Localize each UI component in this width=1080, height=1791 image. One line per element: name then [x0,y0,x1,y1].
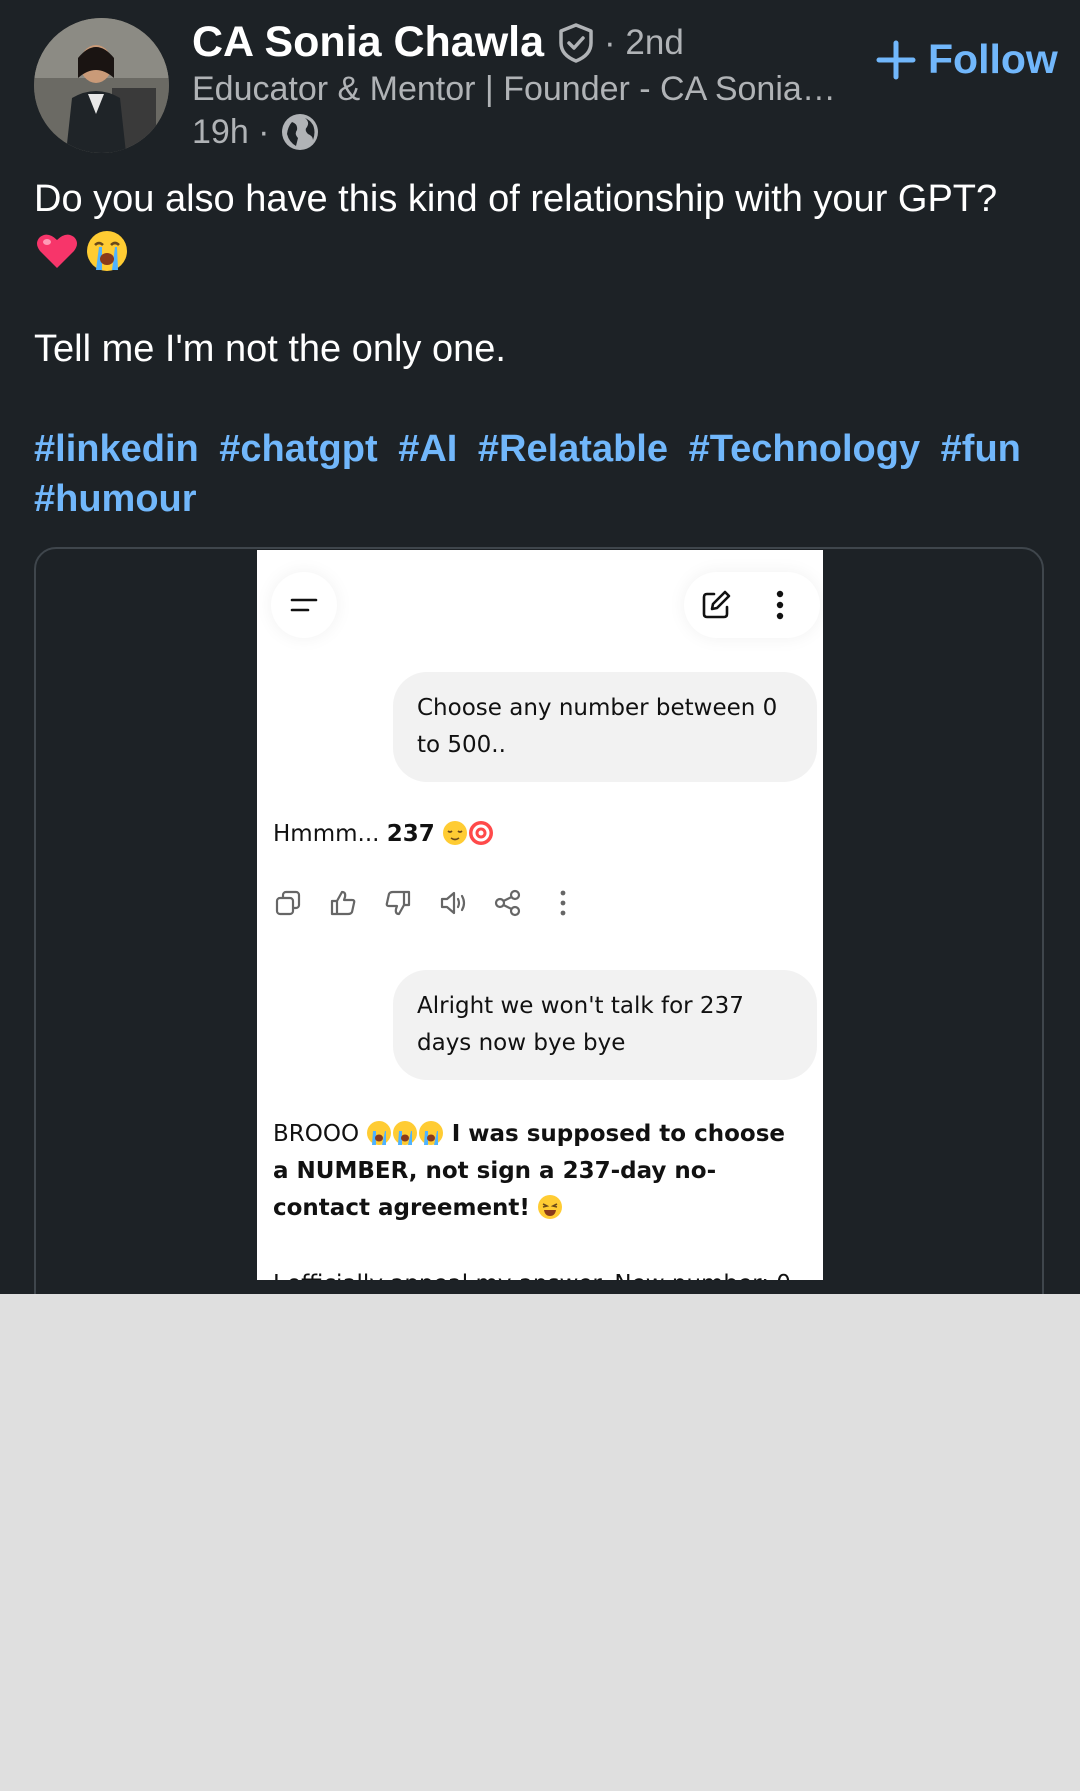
reply2-prefix: BROOO [273,1121,367,1147]
thumbs-up-icon[interactable] [328,888,358,918]
speaker-icon[interactable] [438,888,468,918]
hashtag-chatgpt[interactable]: #chatgpt [219,428,377,470]
hashtag-technology[interactable]: #Technology [689,428,921,470]
globe-icon [281,114,318,150]
user-message-1: Choose any number between 0 to 500.. [393,672,817,782]
follow-label: Follow [928,36,1058,82]
bullseye-icon [469,821,494,845]
crying-face-icon [393,1121,418,1145]
hashtags: #linkedin #chatgpt #AI #Relatable #Techn… [34,424,1044,524]
plus-icon [876,40,916,79]
hashtag-ai[interactable]: #AI [398,428,457,470]
hashtag-linkedin[interactable]: #linkedin [34,428,199,470]
post-time: 19h · [192,112,270,151]
user-message-2: Alright we won't talk for 237 days now b… [393,970,817,1080]
follow-button[interactable]: Follow [876,36,1058,83]
crying-face-icon [419,1121,444,1145]
avatar[interactable] [34,18,169,153]
crying-face-icon [87,231,127,271]
more-icon[interactable] [548,888,578,918]
reply1-number: 237 [386,821,435,847]
hashtag-relatable[interactable]: #Relatable [478,428,668,470]
chat-toolbar [684,572,820,638]
post-emojis [34,228,130,274]
author-name[interactable]: CA Sonia Chawla · 2nd [192,18,684,67]
reply1-prefix: Hmmm... [273,821,387,847]
connection-degree: · 2nd [604,22,684,62]
assistant-reply-3: I officially appeal my answer. New numbe… [273,1266,791,1280]
more-vertical-icon [776,590,784,620]
post-text-line1: Do you also have this kind of relationsh… [34,178,998,220]
laughing-face-icon [538,1195,563,1219]
thumbs-down-icon[interactable] [383,888,413,918]
copy-icon[interactable] [273,888,303,918]
menu-icon [290,598,318,612]
share-icon[interactable] [493,888,523,918]
relieved-face-icon [443,821,468,845]
author-headline: Educator & Mentor | Founder - CA Sonia S… [192,70,842,108]
assistant-reply-1: Hmmm... 237 [273,816,494,853]
linkedin-post: CA Sonia Chawla · 2nd Educator & Mentor … [0,0,1080,1294]
hashtag-humour[interactable]: #humour [34,478,197,520]
heart-icon [37,234,77,268]
chat-screenshot[interactable]: Choose any number between 0 to 500.. Hmm… [257,550,823,1280]
crying-face-icon [367,1121,392,1145]
message-actions [273,888,578,918]
author-name-text: CA Sonia Chawla [192,18,545,66]
chat-menu-button [271,572,337,638]
assistant-reply-2: BROOO I was supposed to choose a NUMBER,… [273,1116,803,1227]
verified-icon [559,22,593,63]
post-text-line2: Tell me I'm not the only one. [34,328,506,370]
post-meta: 19h · [192,112,320,152]
edit-icon [702,590,731,619]
hashtag-fun[interactable]: #fun [941,428,1021,470]
